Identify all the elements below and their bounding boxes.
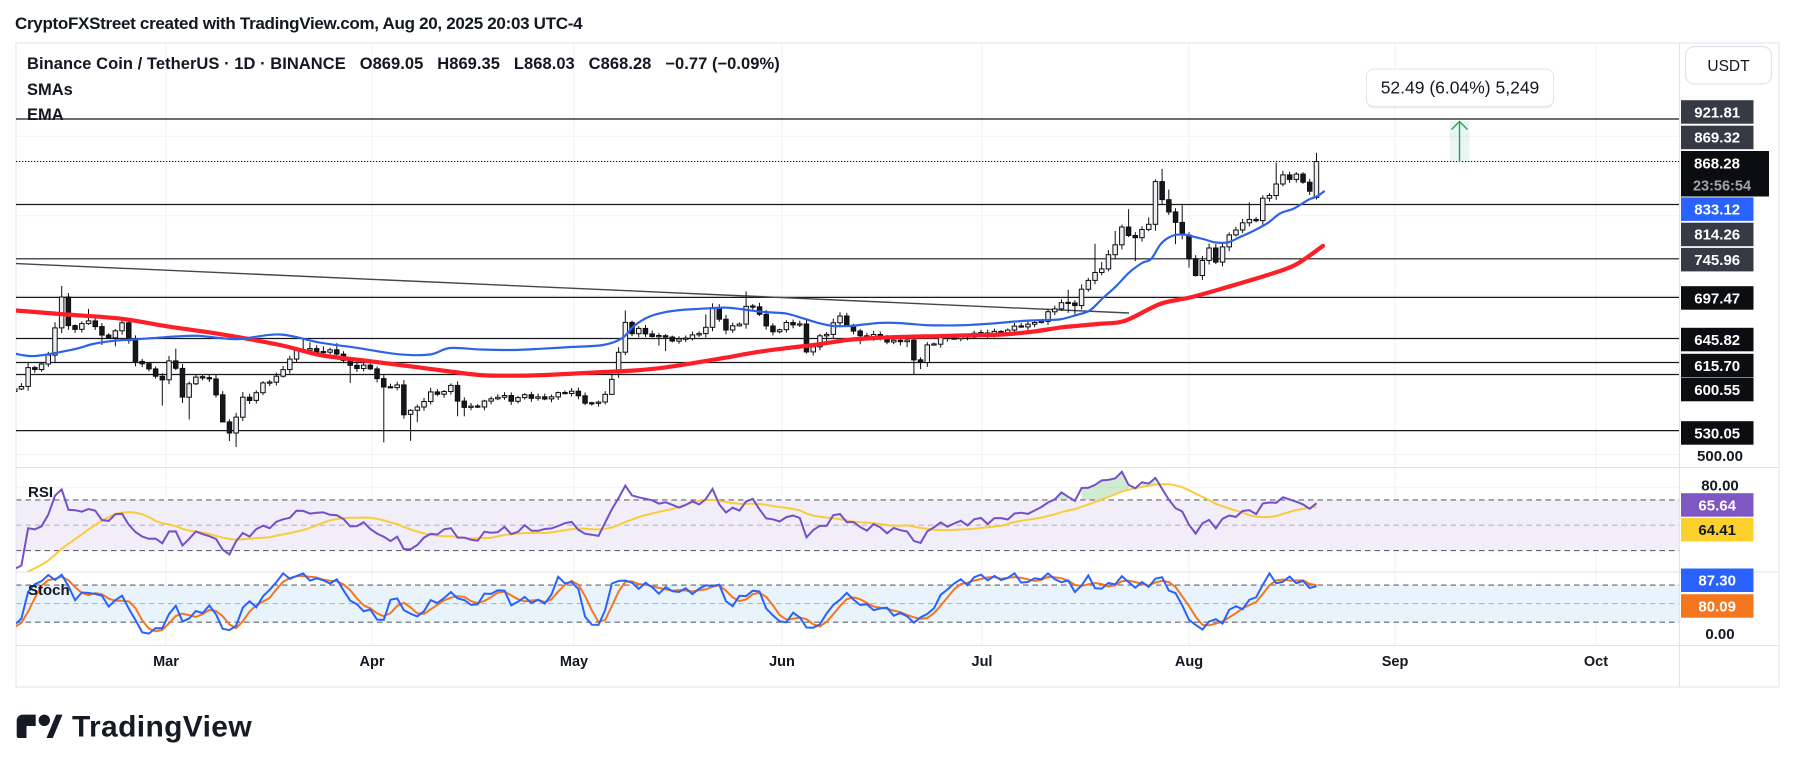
svg-text:TradingView: TradingView [72, 711, 252, 744]
svg-text:EMA: EMA [27, 106, 64, 124]
svg-text:869.32: 869.32 [1694, 130, 1740, 147]
svg-text:Binance Coin / TetherUS · 1D ·: Binance Coin / TetherUS · 1D · BINANCE O… [27, 55, 780, 73]
svg-text:615.70: 615.70 [1694, 358, 1740, 375]
svg-text:64.41: 64.41 [1698, 522, 1736, 539]
svg-text:Oct: Oct [1584, 654, 1608, 670]
svg-text:80.00: 80.00 [1701, 478, 1739, 495]
svg-text:530.05: 530.05 [1694, 425, 1740, 442]
svg-text:65.64: 65.64 [1698, 497, 1736, 514]
svg-text:80.09: 80.09 [1698, 598, 1736, 615]
svg-text:23:56:54: 23:56:54 [1693, 179, 1751, 195]
svg-text:Jun: Jun [769, 654, 795, 670]
svg-text:52.49 (6.04%) 5,249: 52.49 (6.04%) 5,249 [1381, 78, 1540, 98]
svg-text:Jul: Jul [972, 654, 993, 670]
svg-text:87.30: 87.30 [1698, 573, 1736, 590]
svg-text:USDT: USDT [1707, 58, 1750, 75]
svg-text:600.55: 600.55 [1694, 382, 1740, 399]
svg-text:814.26: 814.26 [1694, 227, 1740, 244]
svg-text:921.81: 921.81 [1694, 104, 1740, 121]
svg-text:745.96: 745.96 [1694, 252, 1740, 269]
svg-text:Apr: Apr [360, 654, 385, 670]
svg-text:697.47: 697.47 [1694, 290, 1740, 307]
svg-text:833.12: 833.12 [1694, 202, 1740, 219]
svg-text:RSI: RSI [28, 484, 53, 501]
svg-text:Mar: Mar [153, 654, 179, 670]
svg-text:Aug: Aug [1175, 654, 1203, 670]
svg-text:500.00: 500.00 [1697, 448, 1743, 465]
svg-text:CryptoFXStreet created with Tr: CryptoFXStreet created with TradingView.… [15, 14, 583, 33]
svg-text:SMAs: SMAs [27, 81, 73, 99]
svg-text:Sep: Sep [1382, 654, 1409, 670]
svg-text:868.28: 868.28 [1694, 156, 1740, 173]
svg-text:0.00: 0.00 [1705, 626, 1734, 643]
svg-text:Stoch: Stoch [28, 582, 70, 599]
svg-text:645.82: 645.82 [1694, 332, 1740, 349]
svg-text:May: May [560, 654, 588, 670]
